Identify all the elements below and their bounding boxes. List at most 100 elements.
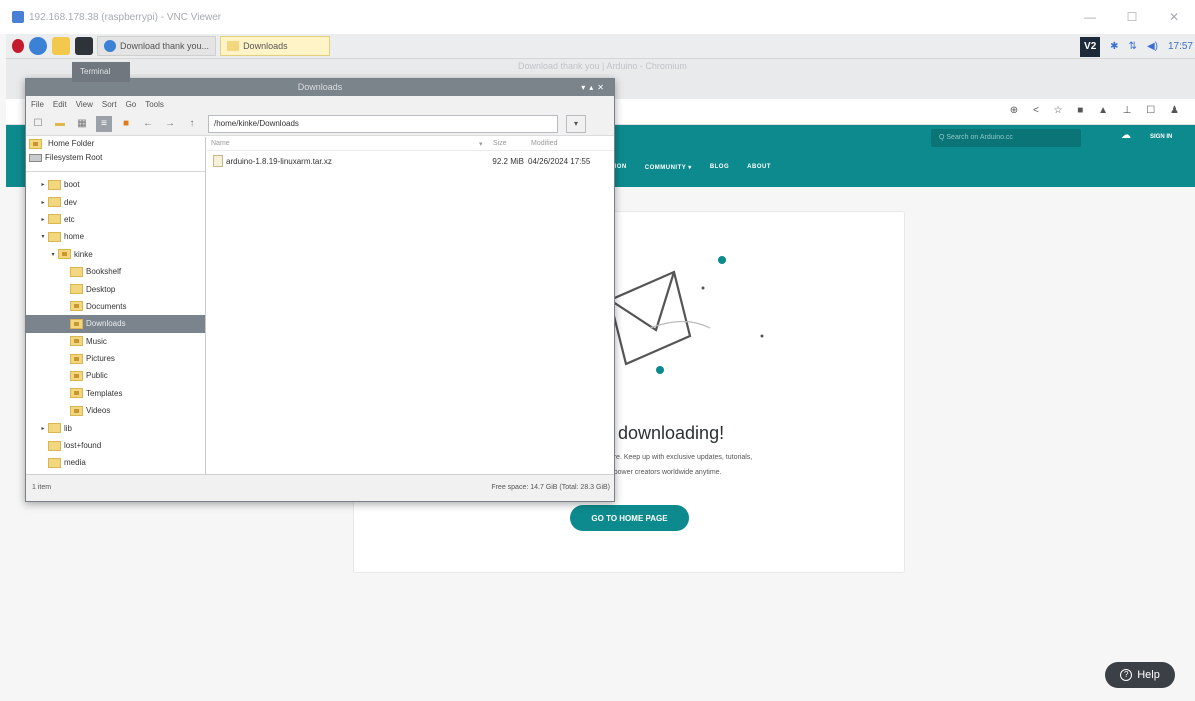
folder-icon: [48, 231, 61, 242]
menu-go[interactable]: Go: [126, 100, 137, 109]
tree-item-kinke[interactable]: ▾ kinke: [26, 246, 205, 263]
menu-sort[interactable]: Sort: [102, 100, 117, 109]
collapse-arrow-icon[interactable]: ▾: [48, 251, 58, 258]
tree-item-media[interactable]: media: [26, 454, 205, 471]
documents-folder-icon: [70, 301, 83, 312]
nav-item-blog[interactable]: BLOG: [710, 164, 729, 171]
tree-item-templates[interactable]: Templates: [26, 385, 205, 402]
tree-item-label: Templates: [86, 388, 123, 398]
tree-item-label: Bookshelf: [86, 267, 122, 277]
home-icon[interactable]: ■: [118, 116, 134, 132]
folder-icon: [48, 423, 61, 434]
tree-item-label: Videos: [86, 406, 111, 416]
collapse-arrow-icon[interactable]: ▾: [38, 233, 48, 240]
column-modified[interactable]: Modified: [531, 140, 591, 147]
expand-arrow-icon[interactable]: ▸: [38, 199, 48, 206]
tree-item-pictures[interactable]: Pictures: [26, 350, 205, 367]
list-view-icon[interactable]: ≡: [96, 115, 112, 132]
home-folder-icon: [58, 249, 71, 260]
network-icon[interactable]: ⇅: [1129, 41, 1137, 52]
terminal-tooltip: Terminal: [72, 62, 130, 82]
home-folder-icon: [29, 139, 42, 149]
fm-toolbar: ☐ ▬ ▦ ≡ ■ ← → ↑ /home/kinke/Downloads ▾: [26, 112, 614, 136]
taskbar-files-task[interactable]: Downloads: [220, 36, 331, 56]
chromium-toolbar-icons[interactable]: ⊕ < ☆ ■ ▲ ⊥ ☐ ♟: [1010, 105, 1185, 116]
tree-item-dev[interactable]: ▸ dev: [26, 193, 205, 210]
tree-item-lost-found[interactable]: lost+found: [26, 437, 205, 454]
tree-item-label: Desktop: [86, 284, 116, 294]
folder-icon: [48, 214, 61, 225]
tree-item-label: etc: [64, 214, 75, 224]
path-input[interactable]: /home/kinke/Downloads: [208, 114, 558, 133]
new-folder-icon[interactable]: ▬: [52, 116, 68, 132]
file-manager-window: Downloads ▾▴✕ File Edit View Sort Go Too…: [25, 78, 615, 502]
site-search-input[interactable]: Q Search on Arduino.cc: [931, 129, 1081, 147]
tree-item-label: kinke: [74, 249, 93, 259]
pi-taskbar: Download thank you... Downloads V2 ✱ ⇅ ◀…: [6, 34, 1195, 59]
close-button[interactable]: ✕: [1153, 10, 1195, 24]
videos-folder-icon: [70, 405, 83, 416]
place-label: Home Folder: [48, 139, 95, 148]
expand-arrow-icon[interactable]: ▸: [38, 425, 48, 432]
back-arrow-icon[interactable]: ←: [140, 116, 156, 132]
vnc-app-icon: [12, 11, 24, 23]
vnc-tray-icon[interactable]: V2: [1080, 36, 1101, 57]
tree-item-label: lost+found: [64, 441, 102, 451]
browser-launcher-icon[interactable]: [29, 37, 47, 55]
folder-icon: [48, 457, 61, 468]
terminal-launcher-icon[interactable]: [75, 37, 93, 55]
forward-arrow-icon[interactable]: →: [162, 116, 178, 132]
menu-file[interactable]: File: [31, 100, 44, 109]
icon-view-icon[interactable]: ▦: [74, 116, 90, 132]
minimize-button[interactable]: —: [1069, 10, 1111, 24]
maximize-button[interactable]: ☐: [1111, 10, 1153, 24]
signin-link[interactable]: SIGN IN: [1150, 134, 1172, 140]
tree-item-lib[interactable]: ▸ lib: [26, 419, 205, 436]
tree-item-videos[interactable]: Videos: [26, 402, 205, 419]
nav-item-community[interactable]: COMMUNITY ▾: [645, 164, 692, 171]
column-name[interactable]: Name: [207, 140, 479, 147]
archive-file-icon: [213, 155, 223, 167]
nav-item-about[interactable]: ABOUT: [747, 164, 771, 171]
tree-item-label: Documents: [86, 301, 127, 311]
file-size: 92.2 MiB: [492, 156, 524, 166]
fm-window-title: Downloads: [297, 82, 343, 92]
tree-item-documents[interactable]: Documents: [26, 298, 205, 315]
new-window-icon[interactable]: ☐: [30, 116, 46, 132]
file-row[interactable]: arduino-1.8.19-linuxarm.tar.xz 92.2 MiB …: [207, 153, 614, 169]
taskbar-chromium-label: Download thank you...: [120, 41, 210, 51]
menu-edit[interactable]: Edit: [53, 100, 67, 109]
system-tray: V2 ✱ ⇅ ◀) 17:57: [1080, 34, 1195, 59]
tree-item-public[interactable]: Public: [26, 367, 205, 384]
folder-icon: [48, 197, 61, 208]
bluetooth-icon[interactable]: ✱: [1110, 41, 1118, 52]
file-manager-launcher-icon[interactable]: [52, 37, 70, 55]
tree-item-downloads[interactable]: Downloads: [26, 315, 205, 333]
go-to-home-page-button[interactable]: GO TO HOME PAGE: [570, 505, 689, 531]
tree-item-music[interactable]: Music: [26, 333, 205, 350]
volume-icon[interactable]: ◀): [1147, 41, 1158, 52]
place-filesystem-root[interactable]: Filesystem Root: [26, 151, 205, 165]
column-size[interactable]: Size: [493, 140, 531, 147]
fm-window-controls[interactable]: ▾▴✕: [581, 79, 608, 96]
up-arrow-icon[interactable]: ↑: [184, 116, 200, 132]
chromium-icon: [104, 40, 116, 52]
file-name: arduino-1.8.19-linuxarm.tar.xz: [226, 156, 332, 166]
tree-item-home[interactable]: ▾ home: [26, 228, 205, 245]
tree-item-boot[interactable]: ▸ boot: [26, 176, 205, 193]
menu-tools[interactable]: Tools: [145, 100, 164, 109]
place-home-folder[interactable]: Home Folder: [26, 137, 205, 151]
file-modified: 04/26/2024 17:55: [528, 156, 591, 166]
menu-view[interactable]: View: [76, 100, 93, 109]
tree-item-desktop[interactable]: Desktop: [26, 280, 205, 297]
cloud-icon[interactable]: ☁: [1121, 130, 1139, 146]
tree-item-bookshelf[interactable]: Bookshelf: [26, 263, 205, 280]
taskbar-chromium-task[interactable]: Download thank you...: [97, 36, 217, 56]
raspberry-menu-icon[interactable]: [12, 39, 24, 53]
help-button[interactable]: ? Help: [1105, 662, 1175, 688]
expand-arrow-icon[interactable]: ▸: [38, 216, 48, 223]
path-history-dropdown[interactable]: ▾: [566, 114, 586, 133]
expand-arrow-icon[interactable]: ▸: [38, 181, 48, 188]
tree-item-etc[interactable]: ▸ etc: [26, 211, 205, 228]
downloads-folder-icon: [70, 318, 83, 329]
